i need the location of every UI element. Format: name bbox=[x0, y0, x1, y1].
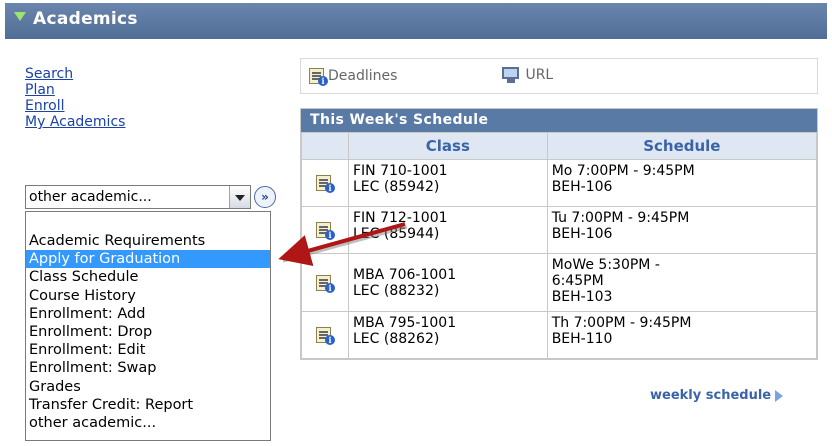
calendar-info-icon[interactable]: i bbox=[315, 220, 335, 240]
academics-header[interactable]: Academics bbox=[5, 3, 827, 39]
class-code: MBA 795-1001 bbox=[353, 315, 457, 331]
schedule-room: BEH-106 bbox=[551, 179, 613, 195]
toolbar: i Deadlines URL bbox=[300, 58, 818, 94]
option-enrollment-add[interactable]: Enrollment: Add bbox=[26, 305, 270, 323]
expand-triangle-icon[interactable] bbox=[14, 12, 26, 21]
calendar-info-icon[interactable]: i bbox=[315, 173, 335, 193]
option-academic-requirements[interactable]: Academic Requirements bbox=[26, 232, 270, 250]
weekly-schedule-link[interactable]: weekly schedule bbox=[650, 388, 784, 403]
option-apply-for-graduation[interactable]: Apply for Graduation bbox=[26, 250, 270, 269]
option-grades[interactable]: Grades bbox=[26, 378, 270, 396]
option-other-academic[interactable]: other academic... bbox=[26, 414, 270, 432]
schedule-title: This Week's Schedule bbox=[301, 109, 817, 132]
class-code: FIN 710-1001 bbox=[353, 163, 448, 179]
option-course-history[interactable]: Course History bbox=[26, 287, 270, 305]
schedule-room: BEH-110 bbox=[551, 331, 613, 347]
class-section: LEC (85944) bbox=[353, 226, 440, 242]
schedule-time-cont: 6:45PM bbox=[551, 273, 604, 289]
select-dropdown-list: Academic Requirements Apply for Graduati… bbox=[25, 211, 271, 441]
class-code: FIN 712-1001 bbox=[353, 210, 448, 226]
calendar-info-icon: i bbox=[308, 66, 328, 86]
class-section: LEC (88232) bbox=[353, 282, 440, 299]
schedule-room: BEH-103 bbox=[551, 289, 613, 305]
option-enrollment-edit[interactable]: Enrollment: Edit bbox=[26, 341, 270, 359]
weekly-schedule-panel: This Week's Schedule Class Schedule i FI… bbox=[300, 108, 818, 360]
schedule-time: Mo 7:00PM - 9:45PM bbox=[551, 163, 695, 179]
table-row: i FIN 712-1001 LEC (85944) Tu 7:00PM - 9:… bbox=[301, 206, 818, 254]
schedule-time: MoWe 5:30PM - bbox=[551, 257, 660, 273]
arrow-right-icon bbox=[775, 389, 784, 402]
class-code: MBA 706-1001 bbox=[353, 266, 457, 283]
select-value: other academic... bbox=[29, 189, 152, 205]
calendar-info-icon[interactable]: i bbox=[315, 325, 335, 345]
url-monitor-icon bbox=[501, 66, 521, 84]
table-row: i MBA 706-1001 LEC (88232) MoWe 5:30PM -6… bbox=[301, 253, 818, 312]
calendar-info-icon[interactable]: i bbox=[315, 273, 335, 293]
nav-links: Search Plan Enroll My Academics bbox=[25, 66, 125, 130]
page-title: Academics bbox=[33, 9, 138, 29]
table-row: i FIN 710-1001 LEC (85942) Mo 7:00PM - 9:… bbox=[301, 159, 818, 207]
option-enrollment-swap[interactable]: Enrollment: Swap bbox=[26, 359, 270, 377]
option-enrollment-drop[interactable]: Enrollment: Drop bbox=[26, 323, 270, 341]
column-header-icon bbox=[301, 132, 349, 160]
nav-link-my-academics[interactable]: My Academics bbox=[25, 114, 125, 130]
schedule-room: BEH-106 bbox=[551, 226, 613, 242]
schedule-time: Th 7:00PM - 9:45PM bbox=[551, 315, 692, 331]
column-header-schedule: Schedule bbox=[546, 132, 818, 160]
nav-link-enroll[interactable]: Enroll bbox=[25, 98, 125, 114]
schedule-table: Class Schedule i FIN 710-1001 LEC (85942)… bbox=[301, 132, 818, 359]
deadlines-link[interactable]: i Deadlines bbox=[308, 66, 397, 86]
option-class-schedule[interactable]: Class Schedule bbox=[26, 268, 270, 286]
schedule-time: Tu 7:00PM - 9:45PM bbox=[551, 210, 690, 226]
column-header-class: Class bbox=[348, 132, 548, 160]
deadlines-label: Deadlines bbox=[328, 68, 398, 84]
class-section: LEC (88262) bbox=[353, 331, 440, 347]
other-academic-select[interactable]: other academic... bbox=[25, 185, 251, 209]
nav-link-plan[interactable]: Plan bbox=[25, 82, 125, 98]
chevron-down-icon[interactable] bbox=[229, 186, 250, 208]
class-section: LEC (85942) bbox=[353, 179, 440, 195]
go-button[interactable]: » bbox=[254, 186, 276, 208]
url-label: URL bbox=[525, 67, 554, 83]
url-link[interactable]: URL bbox=[501, 66, 553, 84]
option-transfer-credit-report[interactable]: Transfer Credit: Report bbox=[26, 396, 270, 414]
weekly-schedule-label: weekly schedule bbox=[650, 388, 772, 403]
table-row: i MBA 795-1001 LEC (88262) Th 7:00PM - 9:… bbox=[301, 311, 818, 359]
nav-link-search[interactable]: Search bbox=[25, 66, 125, 82]
